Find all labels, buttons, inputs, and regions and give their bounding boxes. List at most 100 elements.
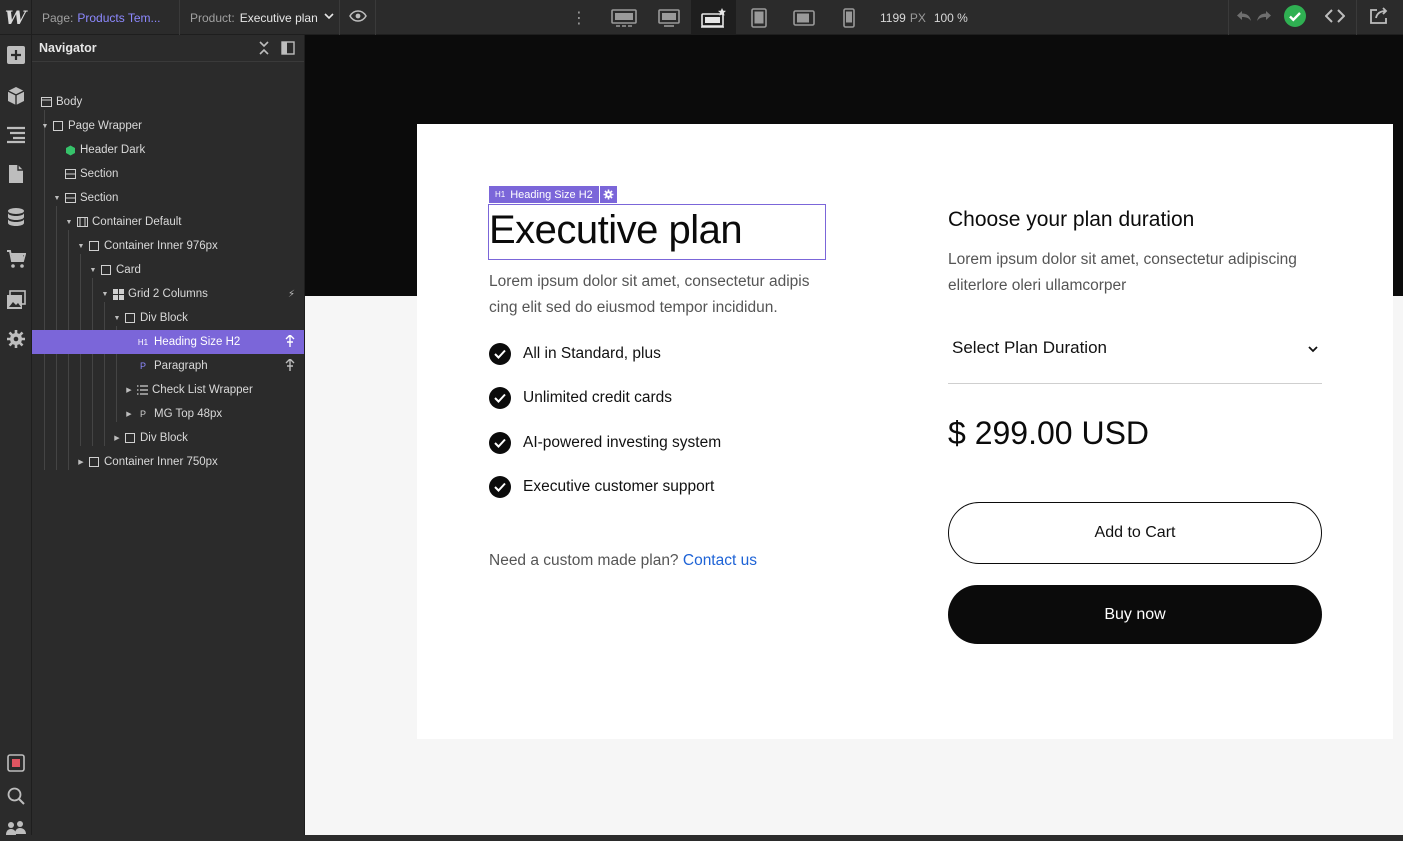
nav-item-section[interactable]: ▼ Section [32, 186, 304, 210]
preview-button[interactable] [340, 0, 376, 35]
paragraph-icon: P [139, 409, 146, 419]
caret-right-icon[interactable]: ▶ [112, 434, 122, 442]
caret-down-icon[interactable]: ▼ [64, 219, 74, 226]
more-options-icon[interactable]: ⋮ [570, 0, 588, 35]
assets-icon[interactable] [3, 287, 29, 313]
navigator-panel: Navigator Body ▼ Page Wrapper Header Dar… [32, 35, 305, 835]
caret-down-icon[interactable]: ▼ [112, 315, 122, 322]
breakpoint-desktop-medium-icon[interactable] [646, 0, 691, 35]
check-circle-icon [1284, 5, 1306, 30]
design-canvas[interactable]: H1 Heading Size H2 Executive plan Lorem … [305, 35, 1403, 835]
nav-item-paragraph[interactable]: P Paragraph [32, 354, 304, 378]
webflow-logo[interactable]: W [0, 0, 32, 35]
nav-item-div-block[interactable]: ▶ Div Block [32, 426, 304, 450]
cms-icon[interactable] [3, 204, 29, 230]
caret-down-icon[interactable]: ▼ [76, 243, 86, 250]
canvas-unit: PX [909, 10, 926, 25]
nav-item-grid-2-columns[interactable]: ▼ Grid 2 Columns ⚡ [32, 282, 304, 306]
caret-down-icon[interactable]: ▼ [100, 291, 110, 298]
page-selector[interactable]: Page: Products Tem... [32, 0, 180, 35]
page-value: Products Tem... [77, 10, 161, 25]
select-placeholder: Select Plan Duration [952, 337, 1107, 357]
box-icon [124, 432, 136, 444]
caret-down-icon[interactable]: ▼ [52, 195, 62, 202]
code-view-button[interactable] [1316, 0, 1354, 35]
left-toolbar [0, 35, 32, 835]
plan-description[interactable]: Lorem ipsum dolor sit amet, consectetur … [489, 269, 829, 321]
feature-item: All in Standard, plus [489, 343, 661, 365]
grid-icon [112, 288, 124, 300]
section-icon [64, 168, 76, 180]
breakpoint-tablet-icon[interactable] [736, 0, 781, 35]
caret-right-icon[interactable]: ▶ [124, 386, 134, 394]
plan-title[interactable]: Executive plan [489, 208, 743, 253]
feature-item: AI-powered investing system [489, 432, 721, 454]
nav-item-container-default[interactable]: ▼ Container Default [32, 210, 304, 234]
search-icon[interactable] [3, 783, 29, 809]
selection-tag-label: H1 Heading Size H2 [489, 186, 599, 203]
nav-item-body[interactable]: Body [32, 90, 304, 114]
publish-status[interactable] [1278, 0, 1312, 35]
feature-item: Executive customer support [489, 476, 714, 498]
collapse-all-icon[interactable] [258, 41, 270, 58]
custom-plan-text: Need a custom made plan? Contact us [489, 552, 757, 569]
undo-redo [1228, 0, 1278, 35]
undo-icon[interactable] [1236, 10, 1252, 25]
nav-item-container-inner-750[interactable]: ▶ Container Inner 750px [32, 450, 304, 474]
contact-us-link[interactable]: Contact us [683, 552, 757, 569]
nav-item-section[interactable]: Section [32, 162, 304, 186]
redo-icon[interactable] [1256, 10, 1272, 25]
audit-icon[interactable] [3, 750, 29, 776]
add-to-cart-button[interactable]: Add to Cart [948, 502, 1322, 564]
export-button[interactable] [1356, 0, 1400, 35]
nav-item-heading-size-h2[interactable]: H1 Heading Size H2 [32, 330, 304, 354]
ecommerce-icon[interactable] [3, 246, 29, 272]
buy-now-button[interactable]: Buy now [948, 585, 1322, 644]
caret-right-icon[interactable]: ▶ [76, 458, 86, 466]
container-icon [76, 216, 88, 228]
plan-duration-select[interactable]: Select Plan Duration [948, 324, 1322, 384]
section-icon [64, 192, 76, 204]
list-icon [136, 384, 148, 396]
eye-icon [348, 10, 367, 25]
breakpoint-desktop-large-icon[interactable] [601, 0, 646, 35]
component-icon [64, 144, 76, 156]
breakpoint-desktop-base-icon[interactable] [691, 0, 736, 35]
nav-item-container-inner-976[interactable]: ▼ Container Inner 976px [32, 234, 304, 258]
breakpoint-mobile-portrait-icon[interactable] [826, 0, 871, 35]
feature-item: Unlimited credit cards [489, 387, 672, 409]
box-icon [100, 264, 112, 276]
gear-icon[interactable] [598, 186, 617, 203]
nav-item-header-dark[interactable]: Header Dark [32, 138, 304, 162]
product-card[interactable]: H1 Heading Size H2 Executive plan Lorem … [417, 124, 1393, 739]
symbol-icon [285, 333, 295, 350]
nav-item-card[interactable]: ▼ Card [32, 258, 304, 282]
caret-down-icon[interactable]: ▼ [88, 267, 98, 274]
caret-down-icon[interactable]: ▼ [40, 123, 50, 130]
check-icon [489, 343, 511, 365]
navigator-header: Navigator [32, 35, 304, 62]
breakpoint-mobile-landscape-icon[interactable] [781, 0, 826, 35]
canvas-size-readout: 1199 PX 100 % [880, 0, 968, 35]
settings-icon[interactable] [3, 326, 29, 352]
check-icon [489, 432, 511, 454]
dock-panel-icon[interactable] [281, 41, 295, 58]
page-label: Page: [42, 10, 74, 25]
pages-icon[interactable] [3, 161, 29, 187]
product-label: Product: [190, 10, 235, 25]
product-selector[interactable]: Product: Executive plan [180, 0, 340, 35]
lightning-icon: ⚡ [287, 288, 295, 300]
users-icon[interactable] [3, 815, 29, 841]
selection-tag[interactable]: H1 Heading Size H2 [489, 186, 617, 203]
caret-right-icon[interactable]: ▶ [124, 410, 134, 418]
nav-item-page-wrapper[interactable]: ▼ Page Wrapper [32, 114, 304, 138]
add-icon[interactable] [3, 42, 29, 68]
components-icon[interactable] [3, 83, 29, 109]
check-icon [489, 476, 511, 498]
nav-item-check-list-wrapper[interactable]: ▶ Check List Wrapper [32, 378, 304, 402]
symbol-icon [285, 357, 295, 374]
nav-item-mg-top-48px[interactable]: ▶ P MG Top 48px [32, 402, 304, 426]
nav-item-div-block[interactable]: ▼ Div Block [32, 306, 304, 330]
navigator-icon[interactable] [3, 122, 29, 148]
box-icon [124, 312, 136, 324]
